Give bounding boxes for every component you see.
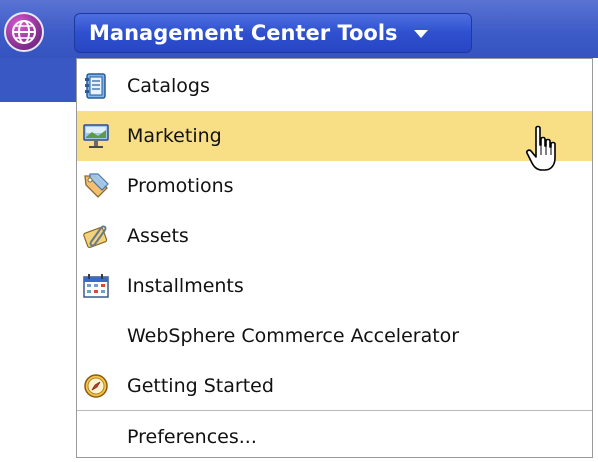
globe-icon	[12, 20, 36, 44]
menu-separator	[77, 410, 592, 411]
menu-item-label: Preferences...	[127, 426, 257, 448]
calendar-icon	[81, 271, 111, 301]
menu-item-preferences[interactable]: Preferences...	[77, 412, 592, 462]
paperclip-icon	[81, 221, 111, 251]
menu-item-label: WebSphere Commerce Accelerator	[127, 325, 460, 347]
chevron-down-icon	[413, 30, 428, 38]
tools-button-label: Management Center Tools	[89, 21, 398, 45]
menu-item-catalogs[interactable]: Catalogs	[77, 61, 592, 111]
menu-item-label: Marketing	[127, 125, 222, 147]
menu-item-marketing[interactable]: Marketing	[77, 111, 592, 161]
menu-item-label: Getting Started	[127, 375, 274, 397]
price-tag-icon	[81, 171, 111, 201]
menu-item-label: Catalogs	[127, 75, 210, 97]
menu-item-assets[interactable]: Assets	[77, 211, 592, 261]
globe-button[interactable]	[4, 12, 44, 52]
catalog-book-icon	[81, 71, 111, 101]
menu-item-promotions[interactable]: Promotions	[77, 161, 592, 211]
billboard-icon	[81, 121, 111, 151]
compass-icon	[81, 371, 111, 401]
menu-item-label: Installments	[127, 275, 244, 297]
management-center-tools-button[interactable]: Management Center Tools	[74, 13, 472, 53]
menu-item-installments[interactable]: Installments	[77, 261, 592, 311]
menu-item-getting-started[interactable]: Getting Started	[77, 361, 592, 411]
header-bar-side	[0, 58, 76, 102]
hand-cursor-icon	[526, 125, 556, 171]
menu-item-label: Assets	[127, 225, 189, 247]
menu-item-label: Promotions	[127, 175, 234, 197]
tools-dropdown-menu: Catalogs Marketing Promotions Assets Ins…	[76, 58, 593, 458]
menu-item-websphere-commerce-accelerator[interactable]: WebSphere Commerce Accelerator	[77, 311, 592, 361]
